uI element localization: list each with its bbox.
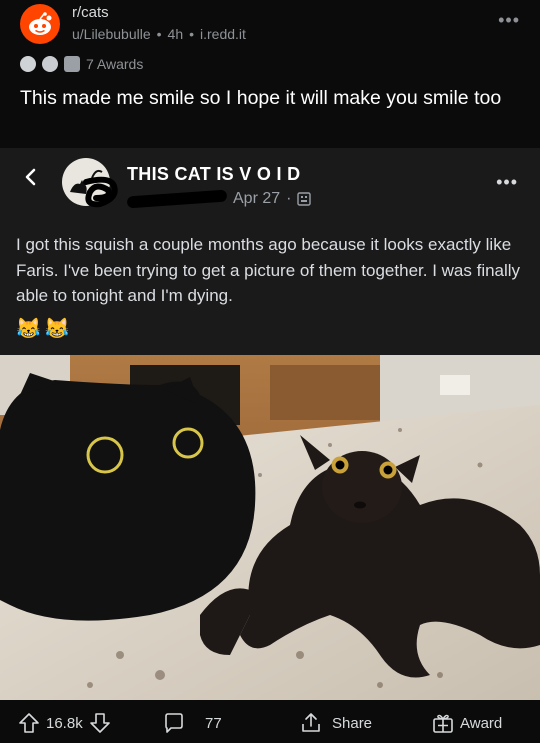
comments-button[interactable]: 77 (163, 712, 222, 734)
downvote-icon[interactable] (89, 712, 111, 734)
redaction-scribble (83, 176, 118, 208)
award-icon (42, 56, 58, 72)
cat-and-plush-photo (0, 355, 540, 700)
back-chevron-icon (25, 168, 36, 186)
awards-count: 7 Awards (86, 56, 144, 72)
post-action-bar: 16.8k 77 Share Award (0, 700, 540, 743)
embed-more-icon: ••• (496, 172, 518, 192)
upvote-icon[interactable] (18, 712, 40, 734)
post-meta: u/Lilebubulle • 4h • i.redd.it (72, 26, 246, 42)
post-image[interactable] (0, 355, 540, 700)
embed-date: Apr 27 (233, 190, 281, 207)
gift-award-icon (433, 714, 453, 733)
post-header: r/cats u/Lilebubulle • 4h • i.redd.it ••… (0, 0, 540, 148)
subreddit-name[interactable]: r/cats (72, 4, 109, 21)
emoji-row: 😹 😹 (16, 316, 70, 341)
more-icon[interactable]: ••• (498, 10, 520, 31)
reddit-alien-icon (29, 12, 52, 35)
cat-tears-emoji: 😹 (44, 318, 70, 340)
redacted-handle (126, 189, 228, 209)
post-author[interactable]: u/Lilebubulle (72, 26, 151, 42)
embed-body-text: I got this squish a couple months ago be… (16, 235, 521, 305)
vote-group: 16.8k (18, 712, 111, 734)
embed-display-name: THIS CAT IS V O I D (127, 164, 301, 184)
cat-tears-emoji: 😹 (16, 318, 41, 340)
share-label: Share (332, 714, 373, 732)
award-label: Award (460, 714, 503, 732)
vote-score: 16.8k (46, 714, 83, 732)
embedded-post: THIS CAT IS V O I D Apr 27 · ••• I got t… (0, 148, 540, 355)
subreddit-avatar[interactable] (20, 4, 60, 44)
comment-count: 77 (205, 714, 222, 732)
post-title[interactable]: This made me smile so I hope it will mak… (20, 86, 520, 111)
share-icon (302, 713, 320, 732)
meta-separator: · (286, 190, 292, 207)
post-domain[interactable]: i.redd.it (200, 26, 246, 42)
awards-row[interactable]: 7 Awards (20, 56, 143, 72)
comment-icon (165, 713, 183, 733)
award-icon (20, 56, 36, 72)
post-time: 4h (167, 26, 184, 42)
meta-separator: • (189, 26, 195, 42)
award-button[interactable]: Award (432, 712, 502, 734)
image-icon (297, 192, 312, 206)
embed-meta: Apr 27 · (126, 189, 312, 209)
share-button[interactable]: Share (300, 712, 372, 734)
meta-separator: • (156, 26, 162, 42)
award-icon (64, 56, 80, 72)
